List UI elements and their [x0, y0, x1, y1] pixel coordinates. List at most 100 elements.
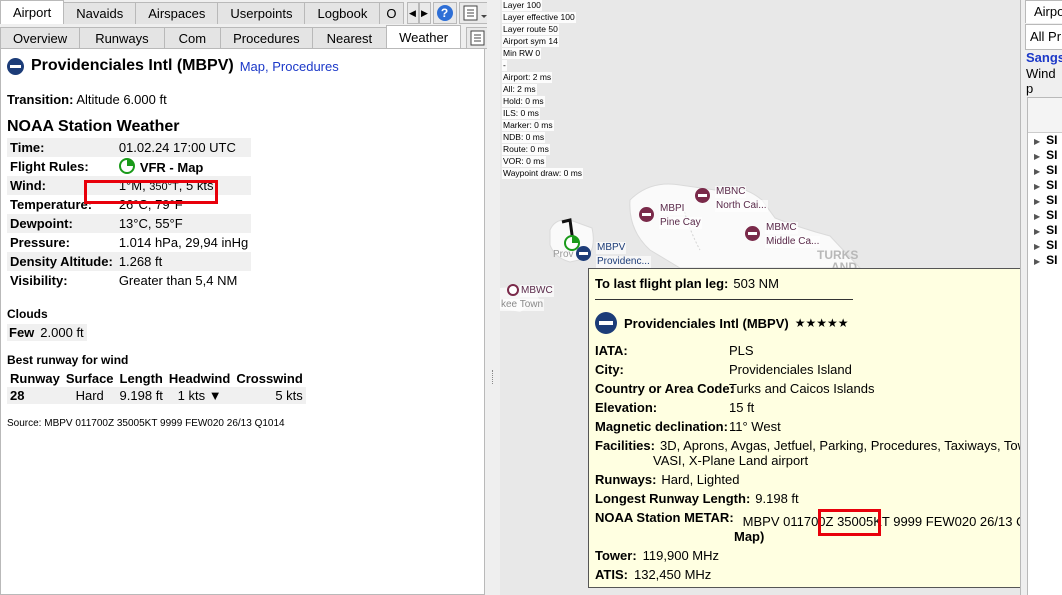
tt-iata-row: IATA: PLS — [595, 343, 754, 358]
tree-item-label: SI — [1046, 178, 1058, 192]
tree-item-label: SI — [1046, 253, 1058, 267]
tt-atis-value: 132,450 MHz — [633, 567, 712, 582]
right-text: Wind p — [1026, 66, 1056, 96]
expand-arrow-icon[interactable]: ▶ — [1034, 152, 1040, 161]
tt-rating-stars: ★★★★★ — [794, 316, 849, 330]
tt-atis-label: ATIS: — [595, 567, 628, 582]
right-tab-airport[interactable]: Airpo — [1025, 0, 1062, 23]
tt-airport-title: Providenciales Intl (MBPV) — [624, 315, 789, 331]
tree-item[interactable]: ▶ SI — [1028, 193, 1062, 208]
tt-metar-map-link[interactable]: Map) — [734, 529, 764, 544]
tree-item[interactable]: ▶ SI — [1028, 253, 1062, 268]
panel-splitter[interactable] — [487, 0, 499, 595]
tt-tower-row: Tower: 119,900 MHz — [595, 548, 719, 563]
top-tabbar: Airport Navaids Airspaces Userpoints Log… — [0, 0, 491, 24]
map-stat-line: NDB: 0 ms — [502, 132, 546, 143]
map-stat-line: Layer route 50 — [502, 24, 559, 35]
noaa-weather-table: Time: 01.02.24 17:00 UTC Flight Rules: VF… — [7, 138, 252, 290]
airport-mbpi-id: MBPI — [659, 203, 686, 215]
tt-runways-label: Runways: — [595, 472, 657, 487]
right-link[interactable]: Sangs — [1026, 50, 1062, 65]
airport-mbpv-id: MBPV — [596, 242, 627, 254]
tab-nearest[interactable]: Nearest — [311, 27, 388, 49]
tt-longest-label: Longest Runway Length: — [595, 491, 751, 506]
clipboard-menu-icon — [463, 5, 487, 21]
tab-logbook[interactable]: Logbook — [304, 2, 381, 24]
col-runway: Runway — [10, 371, 60, 386]
clouds-row: Few 2.000 ft — [7, 324, 87, 341]
map-stat-line: All: 2 ms — [502, 84, 537, 95]
expand-arrow-icon[interactable]: ▶ — [1034, 212, 1040, 221]
expand-arrow-icon[interactable]: ▶ — [1034, 167, 1040, 176]
tree-item[interactable]: ▶ SI — [1028, 163, 1062, 178]
tree-item[interactable]: ▶ SI — [1028, 148, 1062, 163]
tt-longest-value: 9.198 ft — [755, 491, 799, 506]
tree-item[interactable]: ▶ SI — [1028, 208, 1062, 223]
tt-city-label: City: — [595, 362, 624, 377]
tt-metar-label: NOAA Station METAR: — [595, 510, 734, 525]
right-filter-combo[interactable]: All Pr — [1025, 24, 1062, 50]
tree-item[interactable]: ▶ SI — [1028, 238, 1062, 253]
help-button[interactable]: ? — [432, 2, 457, 24]
map-stat-line: Hold: 0 ms — [502, 96, 545, 107]
expand-arrow-icon[interactable]: ▶ — [1034, 182, 1040, 191]
tree-item[interactable]: ▶ SI — [1028, 178, 1062, 193]
prov-label-fragment: Prov — [553, 249, 574, 260]
tab-com[interactable]: Com — [163, 27, 222, 49]
tab-scroll-right-button[interactable]: ▶ — [418, 2, 431, 24]
airport-tooltip: To last flight plan leg: 503 NM Providenc… — [588, 268, 1062, 588]
airport-mbwc-icon[interactable] — [507, 284, 519, 296]
expand-arrow-icon[interactable]: ▶ — [1034, 197, 1040, 206]
tab-scroll-left-button[interactable]: ◀ — [406, 2, 419, 24]
weather-row-visibility: Visibility: Greater than 5,4 NM — [7, 271, 251, 290]
tree-item-label: SI — [1046, 193, 1058, 207]
procedures-link[interactable]: Procedures — [272, 59, 338, 74]
clouds-heading: Clouds — [7, 307, 48, 321]
tt-tower-label: Tower: — [595, 548, 637, 563]
col-surface: Surface — [65, 371, 114, 386]
airport-mbpi-name: Pine Cay — [659, 217, 702, 229]
chevron-left-icon: ◀ — [409, 7, 416, 18]
map-link[interactable]: Map — [240, 59, 265, 74]
tab-overflow[interactable]: O — [379, 2, 404, 24]
options-menu-button[interactable] — [458, 2, 491, 24]
time-label: Time: — [7, 138, 116, 157]
expand-arrow-icon[interactable]: ▶ — [1034, 227, 1040, 236]
tab-weather[interactable]: Weather — [386, 25, 462, 49]
tree-item[interactable]: ▶ SI — [1028, 223, 1062, 238]
expand-arrow-icon[interactable]: ▶ — [1034, 137, 1040, 146]
expand-arrow-icon[interactable]: ▶ — [1034, 257, 1040, 266]
time-value: 01.02.24 17:00 UTC — [115, 138, 252, 157]
map-stat-line: VOR: 0 ms — [502, 156, 546, 167]
tt-magvar-value: 11° West — [729, 419, 781, 434]
airport-mbnc-name: North Cai... — [715, 200, 768, 212]
airport-mbpv-icon[interactable] — [576, 246, 591, 261]
tt-longest-row: Longest Runway Length: 9.198 ft — [595, 491, 799, 506]
density-altitude-value: 1.268 ft — [115, 252, 252, 271]
airport-mbpi-icon[interactable] — [639, 207, 654, 222]
tt-tower-value: 119,900 MHz — [642, 548, 720, 563]
tab-procedures[interactable]: Procedures — [220, 27, 313, 49]
map-stat-line: Waypoint draw: 0 ms — [502, 168, 584, 179]
tt-atis-row: ATIS: 132,450 MHz — [595, 567, 711, 582]
tab-userpoints[interactable]: Userpoints — [217, 2, 306, 24]
tab-airport[interactable]: Airport — [0, 0, 65, 24]
crosswind-cell: 5 kts — [233, 387, 306, 404]
airport-mbmc-icon[interactable] — [745, 226, 760, 241]
tree-list: ▶ SI ▶ SI ▶ SI ▶ SI ▶ SI ▶ SI ▶ SI ▶ SI ▶ SI — [1028, 133, 1062, 268]
tab-overview[interactable]: Overview — [0, 27, 81, 49]
weather-row-flight-rules: Flight Rules: VFR - Map — [7, 157, 251, 176]
tt-country-value: Turks and Caicos Islands — [729, 381, 875, 396]
right-dock-panel: Airpo All Pr Sangs Wind p ▶ SI ▶ SI ▶ SI ▶ SI ▶ S… — [1020, 0, 1062, 595]
airport-mbnc-icon[interactable] — [695, 188, 710, 203]
tt-city-value: Providenciales Island — [729, 362, 852, 377]
flight-rules-value[interactable]: VFR - Map — [140, 160, 204, 175]
pressure-value: 1.014 hPa, 29,94 inHg — [118, 235, 249, 250]
tab-airspaces[interactable]: Airspaces — [135, 2, 219, 24]
expand-arrow-icon[interactable]: ▶ — [1034, 242, 1040, 251]
col-crosswind: Crosswind — [236, 371, 303, 386]
tt-elevation-row: Elevation: 15 ft — [595, 400, 754, 415]
tab-navaids[interactable]: Navaids — [63, 2, 137, 24]
tree-item[interactable]: ▶ SI — [1028, 133, 1062, 148]
tab-runways[interactable]: Runways — [79, 27, 165, 49]
